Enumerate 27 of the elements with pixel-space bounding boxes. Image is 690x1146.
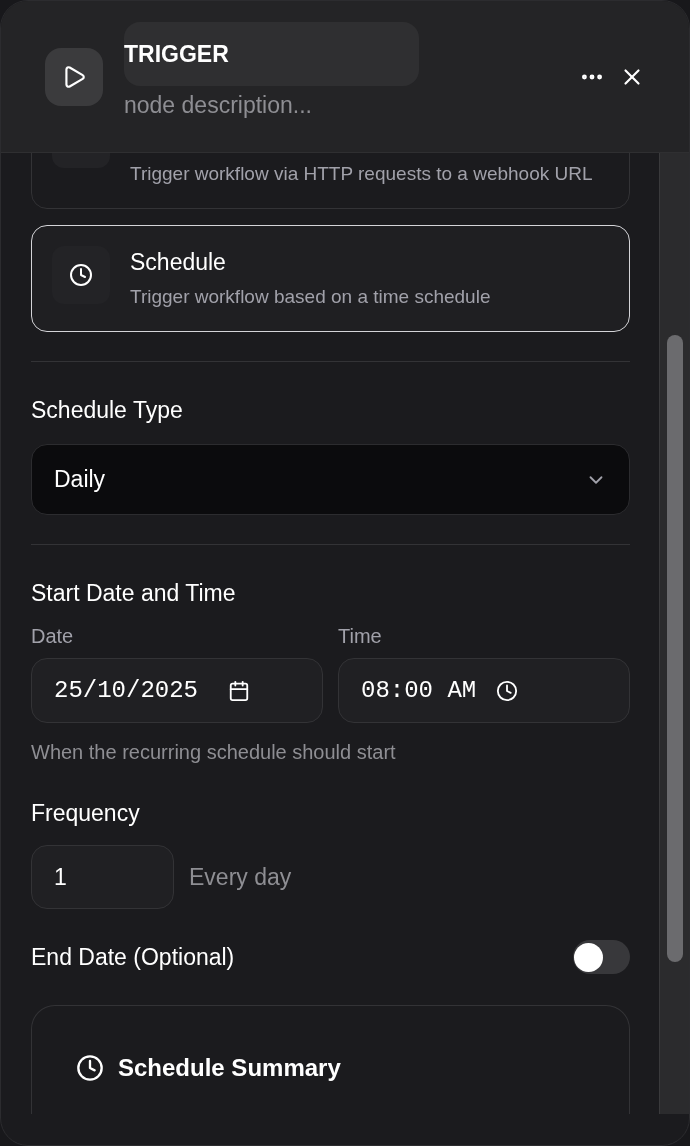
description-field[interactable]: node description... — [124, 88, 419, 122]
title-field[interactable]: TRIGGER — [124, 22, 419, 86]
section-heading: Start Date and Time — [31, 579, 237, 608]
field-label: Time — [338, 624, 383, 648]
schedule-type-select[interactable]: Daily — [31, 444, 630, 515]
trigger-option[interactable]: Schedule Trigger workflow based on a time schedule — [31, 225, 630, 332]
section-label: Frequency — [31, 799, 141, 828]
trigger-option[interactable]: Trigger workflow via HTTP requests to a webhook URL — [31, 153, 630, 209]
time-field[interactable]: 08:00 AM — [338, 658, 630, 723]
scrollbar[interactable] — [659, 153, 689, 1114]
clock-icon — [69, 263, 93, 287]
frequency-field[interactable]: 1 — [31, 845, 174, 909]
option-description: Trigger workflow via HTTP requests to a webhook URL — [130, 162, 593, 186]
option-description: Trigger workflow based on a time schedule — [130, 285, 491, 309]
clock-icon[interactable] — [496, 679, 519, 702]
section-label: Schedule Type — [31, 396, 184, 425]
summary-title: Schedule Summary — [118, 1053, 341, 1083]
option-title: Schedule — [130, 248, 227, 277]
play-icon — [45, 48, 103, 106]
frequency-unit: Every day — [189, 862, 292, 892]
clock-icon — [76, 1054, 104, 1082]
field-label: Date — [31, 624, 75, 648]
hint-text: When the recurring schedule should start — [31, 740, 397, 765]
toggle-label: End Date (Optional) — [31, 943, 235, 972]
end-date-toggle[interactable] — [573, 940, 630, 974]
calendar-icon[interactable] — [228, 679, 251, 702]
date-field[interactable]: 25/10/2025 — [31, 658, 323, 723]
